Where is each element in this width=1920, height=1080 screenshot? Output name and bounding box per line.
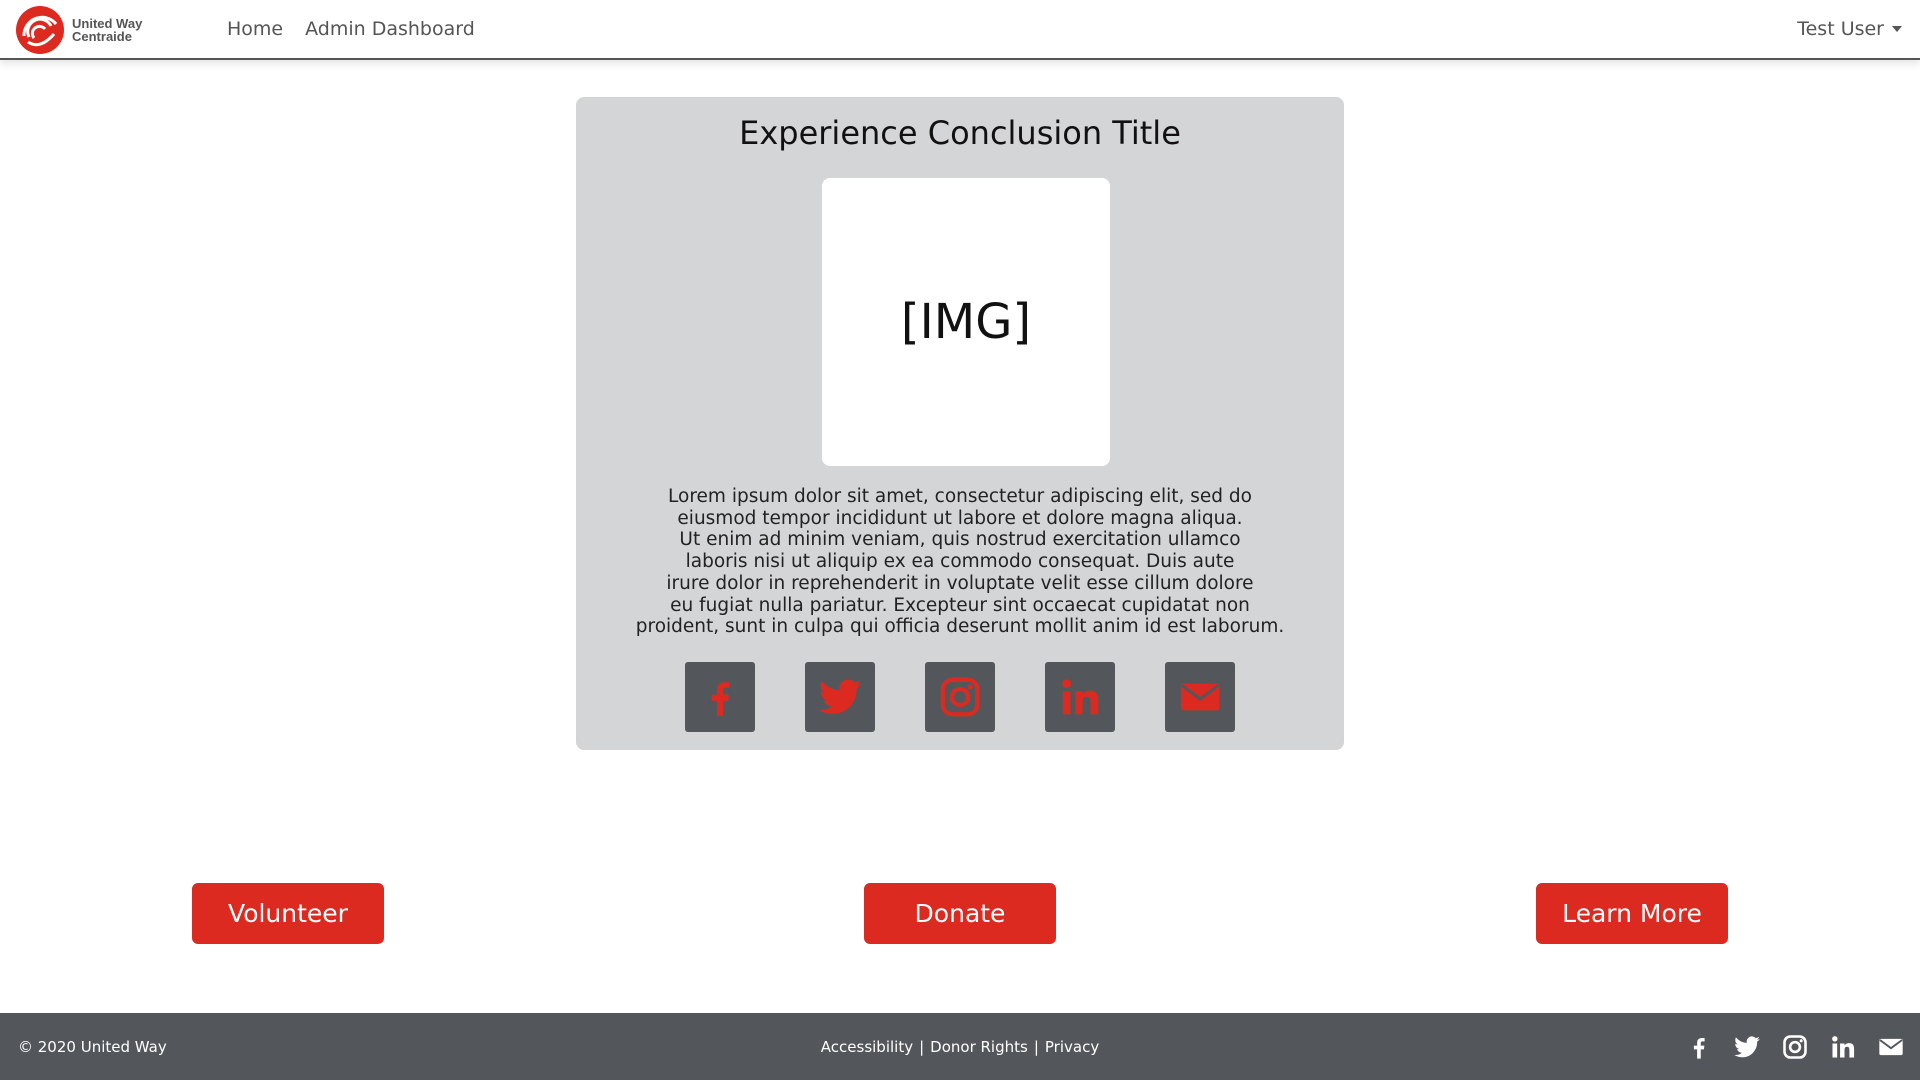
- body-line: Ut enim ad minim veniam, quis nostrud ex…: [679, 529, 1241, 551]
- logo-wordmark: United Way Centraide: [72, 17, 142, 43]
- copyright-text: © 2020 United Way: [18, 1037, 167, 1056]
- email-icon: [1180, 683, 1220, 711]
- top-navbar: United Way Centraide Home Admin Dashboar…: [0, 0, 1920, 60]
- share-instagram-button[interactable]: [925, 662, 995, 732]
- share-linkedin-button[interactable]: [1045, 662, 1115, 732]
- conclusion-image-placeholder: [IMG]: [822, 178, 1110, 466]
- user-menu-dropdown[interactable]: Test User: [1797, 0, 1902, 58]
- body-line: eu fugiat nulla pariatur. Excepteur sint…: [670, 594, 1250, 616]
- footer-donor-rights-link[interactable]: Donor Rights: [930, 1038, 1028, 1056]
- user-name: Test User: [1797, 18, 1884, 40]
- facebook-icon: [711, 682, 730, 717]
- card-title: Experience Conclusion Title: [739, 114, 1181, 152]
- share-twitter-button[interactable]: [805, 662, 875, 732]
- main-nav: Home Admin Dashboard: [227, 0, 497, 58]
- footer-twitter-link[interactable]: [1732, 1032, 1762, 1062]
- nav-admin-dashboard-link[interactable]: Admin Dashboard: [305, 18, 475, 40]
- body-line: eiusmod tempor incididunt ut labore et d…: [677, 507, 1243, 529]
- instagram-icon: [940, 677, 980, 717]
- linkedin-icon: [1832, 1035, 1855, 1057]
- united-way-logo[interactable]: United Way Centraide: [14, 4, 154, 56]
- linkedin-icon: [1062, 679, 1099, 715]
- united-way-logo-icon: [16, 6, 64, 54]
- logo-text-line2: Centraide: [72, 29, 132, 44]
- footer-link-separator: |: [1033, 1037, 1039, 1056]
- body-line: Lorem ipsum dolor sit amet, consectetur …: [668, 486, 1252, 507]
- instagram-icon: [1783, 1034, 1807, 1059]
- body-line: irure dolor in reprehenderit in voluptat…: [666, 572, 1254, 594]
- body-line: laboris nisi ut aliquip ex ea commodo co…: [685, 551, 1235, 573]
- twitter-icon: [1734, 1035, 1760, 1057]
- footer-facebook-link[interactable]: [1684, 1032, 1714, 1062]
- footer-instagram-link[interactable]: [1780, 1032, 1810, 1062]
- card-body-text: Lorem ipsum dolor sit amet, consectetur …: [630, 486, 1290, 638]
- share-facebook-button[interactable]: [685, 662, 755, 732]
- email-icon: [1879, 1038, 1903, 1055]
- footer: © 2020 United Way Accessibility | Donor …: [0, 1013, 1920, 1080]
- twitter-icon: [818, 679, 862, 714]
- share-email-button[interactable]: [1165, 662, 1235, 732]
- donate-button[interactable]: Donate: [864, 883, 1056, 944]
- footer-email-link[interactable]: [1876, 1032, 1906, 1062]
- image-placeholder-text: [IMG]: [900, 294, 1032, 350]
- footer-privacy-link[interactable]: Privacy: [1045, 1038, 1099, 1056]
- footer-accessibility-link[interactable]: Accessibility: [821, 1038, 913, 1056]
- caret-down-icon: [1892, 26, 1902, 32]
- body-line: proident, sunt in culpa qui officia dese…: [635, 616, 1285, 638]
- footer-link-separator: |: [919, 1037, 925, 1056]
- footer-social-links: [1666, 1013, 1906, 1080]
- volunteer-button[interactable]: Volunteer: [192, 883, 384, 944]
- nav-home-link[interactable]: Home: [227, 18, 283, 40]
- share-buttons-row: [0, 662, 1920, 732]
- facebook-icon: [1693, 1037, 1705, 1059]
- learn-more-button[interactable]: Learn More: [1536, 883, 1728, 944]
- footer-links: Accessibility | Donor Rights | Privacy: [0, 1013, 1920, 1080]
- footer-linkedin-link[interactable]: [1828, 1032, 1858, 1062]
